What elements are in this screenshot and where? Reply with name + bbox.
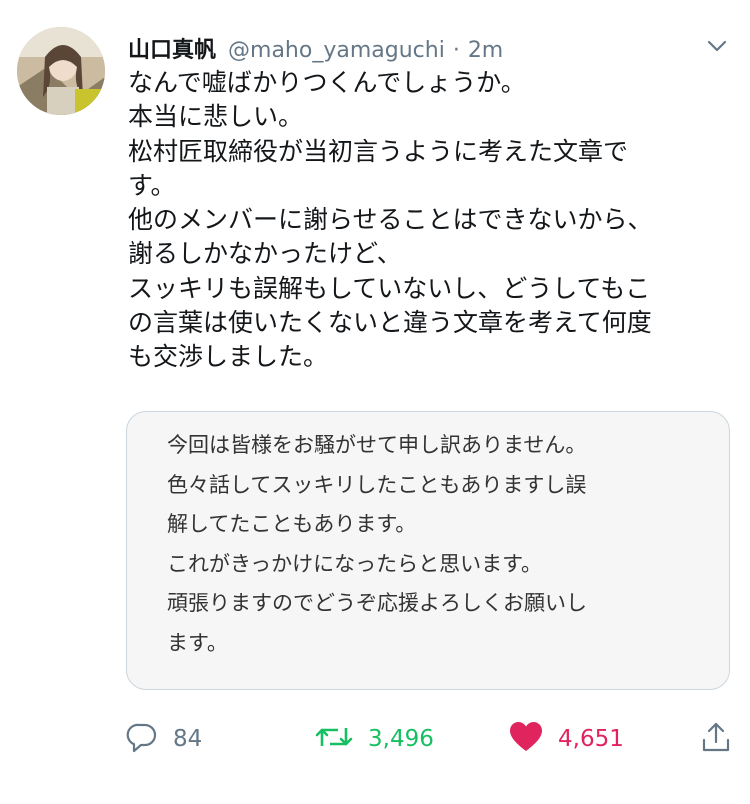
- tweet-line: 他のメンバーに謝らせることはできないから、: [128, 205, 653, 235]
- reply-button[interactable]: 84: [125, 716, 202, 762]
- display-name[interactable]: 山口真帆: [128, 32, 216, 64]
- card-line: これがきっかけになったらと思います。: [167, 551, 543, 576]
- tweet-line: スッキリも誤解もしていないし、どうしてもこ: [128, 273, 651, 303]
- card-text: 今回は皆様をお騒がせて申し訳ありません。 色々話してスッキリしたこともありますし…: [167, 426, 707, 663]
- retweet-count: 3,496: [368, 726, 434, 752]
- like-count: 4,651: [558, 726, 624, 752]
- avatar[interactable]: [17, 27, 105, 115]
- card-line: 頑張りますのでどうぞ応援よろしくお願いし: [167, 591, 587, 615]
- tweet-line: 謝るしかなかったけど、: [128, 239, 402, 269]
- timestamp[interactable]: 2m: [468, 38, 503, 63]
- tweet-line: の言葉は使いたくないと違う文章を考えて何度: [128, 308, 652, 338]
- card-line: 色々話してスッキリしたこともありますし誤: [167, 472, 587, 497]
- tweet-line: も交渉しました。: [128, 342, 329, 372]
- tweet-header: 山口真帆 @maho_yamaguchi · 2m: [128, 32, 503, 64]
- retweet-button[interactable]: 3,496: [314, 716, 434, 762]
- retweet-icon: [314, 720, 354, 758]
- user-handle[interactable]: @maho_yamaguchi: [228, 38, 445, 63]
- avatar-photo: [17, 27, 105, 115]
- share-button[interactable]: [700, 716, 732, 762]
- tweet-line: 松村匠取締役が当初言うように考えた文章で: [128, 136, 629, 166]
- like-button[interactable]: 4,651: [508, 716, 624, 762]
- reply-count: 84: [173, 726, 203, 752]
- heart-icon: [508, 720, 544, 758]
- tweet-line: す。: [128, 170, 176, 200]
- card-line: ます。: [167, 630, 228, 655]
- card-line: 解してたこともあります。: [167, 512, 417, 536]
- tweet-text: なんで嘘ばかりつくんでしょうか。 本当に悲しい。 松村匠取締役が当初言うように考…: [128, 66, 728, 375]
- chevron-down-icon[interactable]: [702, 34, 732, 60]
- reply-icon: [125, 720, 159, 758]
- share-icon: [700, 720, 732, 758]
- tweet-line: 本当に悲しい。: [128, 102, 304, 132]
- tweet-line: なんで嘘ばかりつくんでしょうか。: [128, 68, 526, 97]
- tweet: 山口真帆 @maho_yamaguchi · 2m なんで嘘ばかりつくんでしょう…: [0, 0, 750, 804]
- action-bar: 84 3,496 4,651: [0, 716, 750, 762]
- attached-image-card[interactable]: 今回は皆様をお騒がせて申し訳ありません。 色々話してスッキリしたこともありますし…: [126, 411, 730, 690]
- separator: ·: [452, 38, 460, 63]
- card-line: 今回は皆様をお騒がせて申し訳ありません。: [167, 433, 587, 457]
